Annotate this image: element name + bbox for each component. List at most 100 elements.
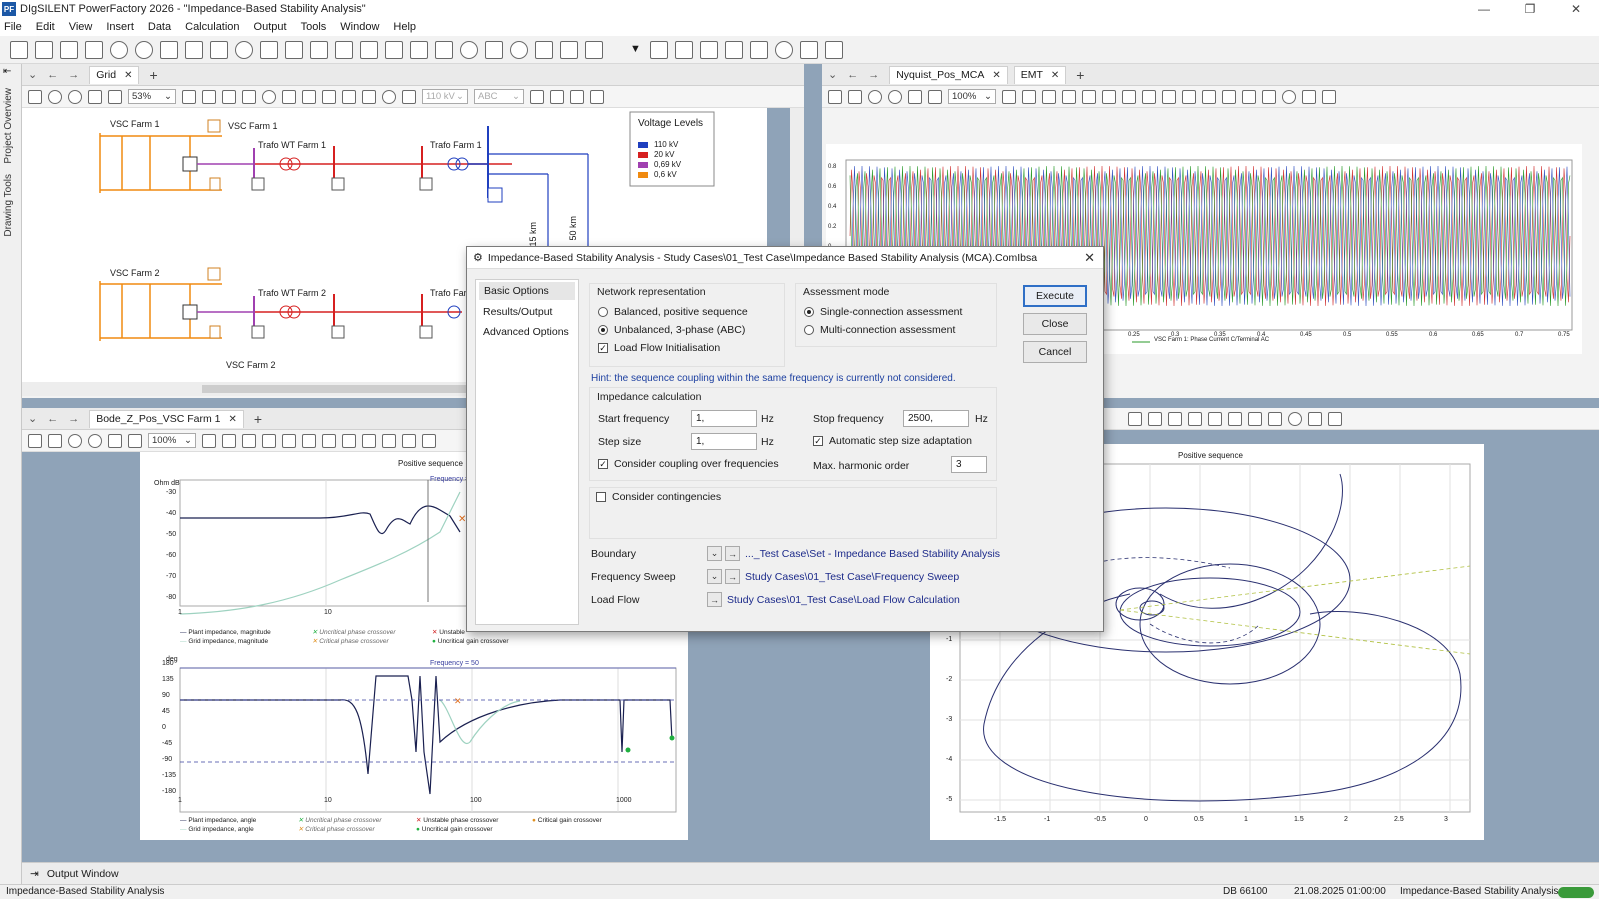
h-fit-icon[interactable]: [282, 433, 296, 448]
y-fit-icon[interactable]: [322, 433, 336, 448]
grid-table-icon[interactable]: [725, 40, 743, 59]
label-icon[interactable]: [1162, 89, 1176, 104]
dialog-close-icon[interactable]: ✕: [1084, 250, 1095, 266]
user-icon[interactable]: [535, 40, 553, 59]
database-icon[interactable]: [410, 40, 428, 59]
radio-single-connection[interactable]: Single-connection assessment: [804, 306, 962, 318]
menu-calculation[interactable]: Calculation: [185, 21, 239, 33]
star-icon[interactable]: [182, 89, 196, 104]
label-trafo-wt-farm-1[interactable]: Trafo WT Farm 1: [258, 140, 326, 150]
zoom-combo[interactable]: 100% ⌄: [948, 89, 996, 104]
label-trafo-farm-1[interactable]: Trafo Farm 1: [430, 140, 482, 150]
stop-icon[interactable]: [460, 40, 478, 59]
refresh-icon[interactable]: [48, 89, 62, 104]
collapse-arrow-icon[interactable]: ⇤: [3, 66, 11, 77]
insert-icon[interactable]: [360, 40, 378, 59]
close-tab-icon[interactable]: ✕: [229, 414, 237, 425]
radio-multi-connection[interactable]: Multi-connection assessment: [804, 324, 955, 336]
layout-icon[interactable]: [1002, 89, 1016, 104]
close-tab-icon[interactable]: ✕: [992, 70, 1000, 81]
h-fit-icon[interactable]: [1082, 89, 1096, 104]
close-button[interactable]: Close: [1023, 313, 1087, 335]
zoom-icon[interactable]: [88, 433, 102, 448]
edit-icon[interactable]: [848, 89, 862, 104]
y-fit-icon[interactable]: [1128, 411, 1142, 426]
book-icon[interactable]: [335, 40, 353, 59]
sweep-jump-icon[interactable]: →: [725, 569, 740, 584]
export-icon[interactable]: [800, 40, 818, 59]
load-flow-value[interactable]: Study Cases\01_Test Case\Load Flow Calcu…: [727, 594, 960, 606]
tool-icon[interactable]: [530, 89, 544, 104]
checkbox-auto-step[interactable]: ✓ Automatic step size adaptation: [813, 435, 972, 447]
fit-icon[interactable]: [928, 89, 942, 104]
chevron-down-icon[interactable]: ⌄: [28, 412, 37, 425]
h-scale-icon[interactable]: [242, 433, 256, 448]
results-icon[interactable]: [485, 40, 503, 59]
checkbox-load-flow-init[interactable]: ✓ Load Flow Initialisation: [598, 342, 720, 354]
maximize-button[interactable]: ❐: [1507, 0, 1553, 18]
bars-icon[interactable]: [1268, 411, 1282, 426]
drawing-tools-tab[interactable]: Drawing Tools: [3, 174, 14, 237]
marker-icon[interactable]: [1208, 411, 1222, 426]
tab-bode[interactable]: Bode_Z_Pos_VSC Farm 1 ✕: [89, 409, 244, 428]
checkbox-coupling-frequencies[interactable]: ✓ Consider coupling over frequencies: [598, 458, 779, 470]
export-small-icon[interactable]: [1308, 411, 1322, 426]
label-line-15km[interactable]: 15 km: [528, 222, 538, 247]
boundary-value[interactable]: ..._Test Case\Set - Impedance Based Stab…: [745, 548, 1000, 560]
tab-emt[interactable]: EMT ✕: [1013, 65, 1067, 84]
print-icon[interactable]: [1328, 411, 1342, 426]
split-icon[interactable]: [402, 433, 416, 448]
refresh-icon[interactable]: [68, 433, 82, 448]
forward-arrow-icon[interactable]: →: [868, 69, 879, 81]
radio-unbalanced[interactable]: Unbalanced, 3-phase (ABC): [598, 324, 745, 336]
menu-view[interactable]: View: [69, 21, 93, 33]
fit-icon[interactable]: [108, 89, 122, 104]
layers-icon[interactable]: [322, 89, 336, 104]
nav-results-output[interactable]: Results/Output: [476, 302, 578, 322]
add-tab-icon[interactable]: +: [254, 411, 262, 427]
close-tab-icon[interactable]: ✕: [124, 70, 132, 81]
v-scale-icon[interactable]: [262, 433, 276, 448]
forward-arrow-icon[interactable]: →: [68, 69, 79, 81]
print-icon[interactable]: [1322, 89, 1336, 104]
add-tab-icon[interactable]: +: [1076, 67, 1084, 83]
nav-advanced-options[interactable]: Advanced Options: [476, 322, 578, 342]
select-icon[interactable]: [242, 89, 256, 104]
table-icon[interactable]: [35, 40, 53, 59]
back-arrow-icon[interactable]: ←: [47, 413, 58, 425]
add-tab-icon[interactable]: +: [149, 67, 157, 83]
frequency-sweep-value[interactable]: Study Cases\01_Test Case\Frequency Sweep: [745, 571, 959, 583]
boundary-jump-icon[interactable]: →: [725, 546, 740, 561]
frame-small-icon[interactable]: [222, 89, 236, 104]
report-icon[interactable]: [285, 40, 303, 59]
display-icon[interactable]: [362, 89, 376, 104]
cursor-icon[interactable]: [382, 433, 396, 448]
palette-icon[interactable]: [382, 89, 396, 104]
flow-icon[interactable]: [750, 40, 768, 59]
chevron-down-icon[interactable]: ⌄: [28, 68, 37, 81]
phase-combo[interactable]: ABC ⌄: [474, 89, 524, 104]
label-vsc-farm-1[interactable]: VSC Farm 1: [110, 119, 160, 129]
label-vsc-farm-2[interactable]: VSC Farm 2: [110, 268, 160, 278]
cursor-icon[interactable]: [1182, 89, 1196, 104]
zoom-combo[interactable]: 100% ⌄: [148, 433, 196, 448]
label-icon[interactable]: [362, 433, 376, 448]
check-icon[interactable]: [160, 40, 178, 59]
print-icon[interactable]: [590, 89, 604, 104]
palette-icon[interactable]: [1288, 411, 1302, 426]
close-tab-icon[interactable]: ✕: [1051, 70, 1059, 81]
script-icon[interactable]: [260, 40, 278, 59]
plot-icon[interactable]: [28, 433, 42, 448]
contingency-icon[interactable]: [235, 40, 253, 59]
crosshair-icon[interactable]: [135, 40, 153, 59]
text-icon[interactable]: [585, 40, 603, 59]
plot-icon[interactable]: [828, 89, 842, 104]
clock-icon[interactable]: [110, 40, 128, 59]
menu-tools[interactable]: Tools: [301, 21, 327, 33]
label-vsc-farm-1b[interactable]: VSC Farm 1: [228, 121, 278, 131]
menu-data[interactable]: Data: [148, 21, 171, 33]
page-icon[interactable]: [302, 89, 316, 104]
undo-icon[interactable]: [510, 40, 528, 59]
h-scale-icon[interactable]: [1042, 89, 1056, 104]
menu-edit[interactable]: Edit: [36, 21, 55, 33]
